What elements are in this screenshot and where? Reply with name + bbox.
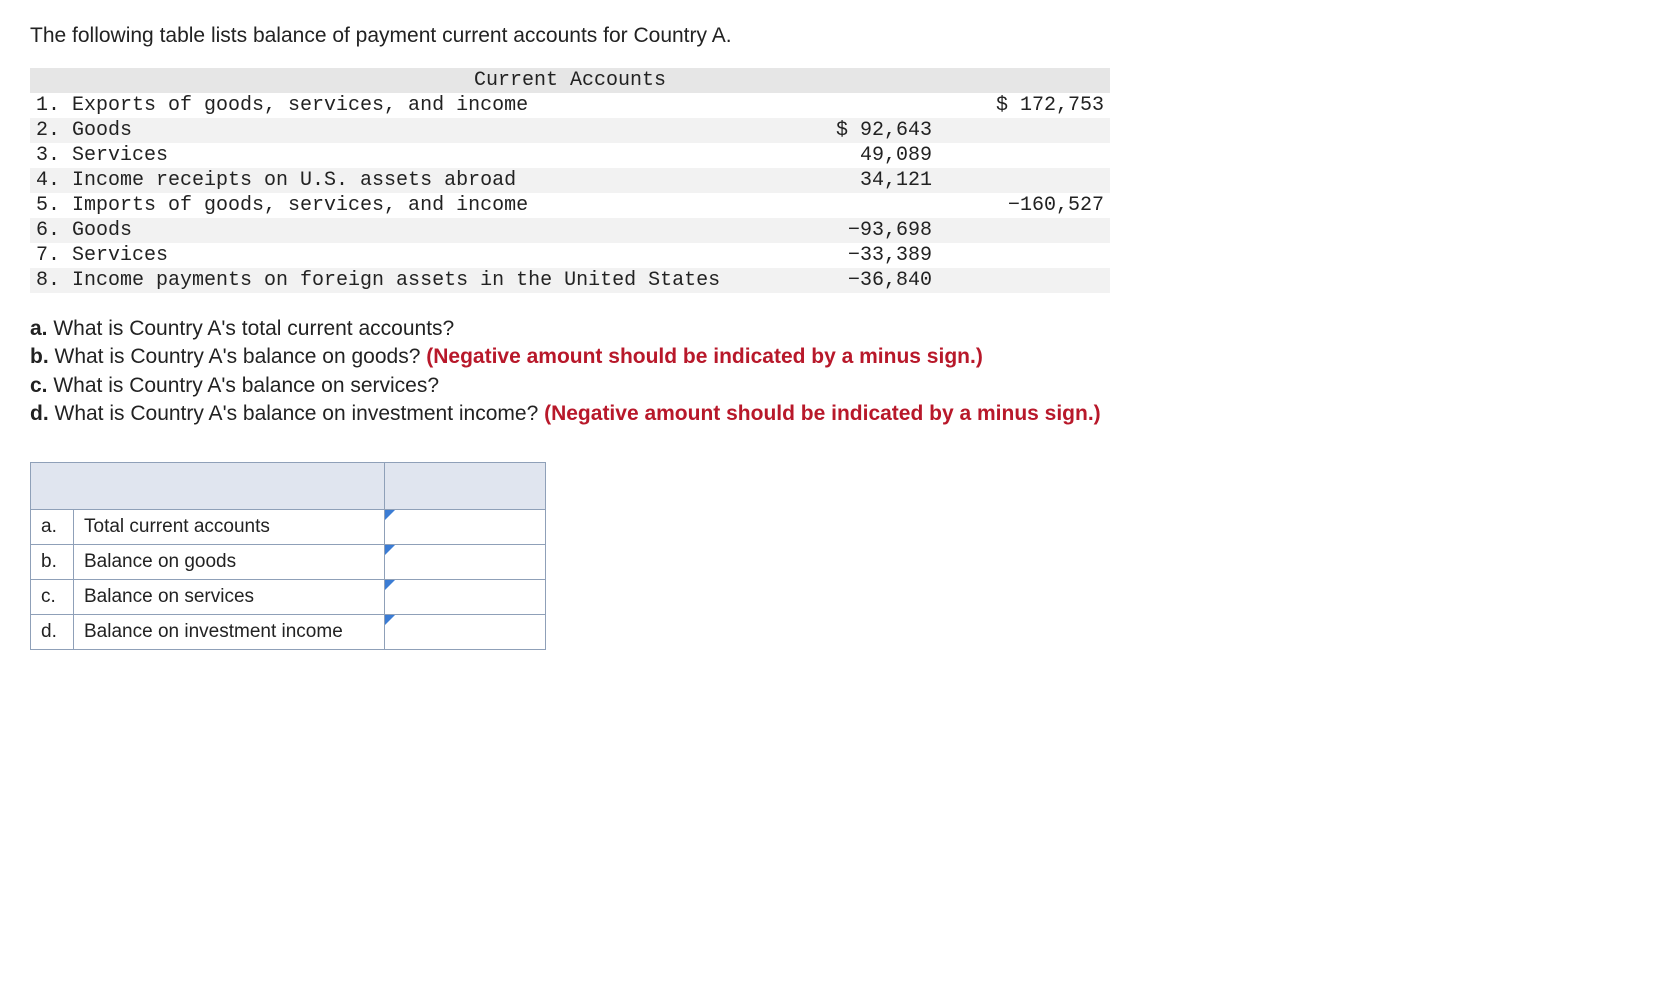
question-b-bold: b.: [30, 345, 49, 368]
input-marker-icon: [385, 545, 395, 555]
question-b-red: (Negative amount should be indicated by …: [426, 345, 983, 368]
row-total: [938, 268, 1110, 293]
answer-letter: a.: [31, 510, 74, 545]
question-b-text: What is Country A's balance on goods?: [49, 345, 427, 368]
row-label: 4. Income receipts on U.S. assets abroad: [30, 168, 786, 193]
answer-row: b.Balance on goods: [31, 545, 546, 580]
row-total: [938, 143, 1110, 168]
row-subvalue: 34,121: [786, 168, 938, 193]
answer-label: Balance on services: [74, 580, 385, 615]
intro-text: The following table lists balance of pay…: [30, 24, 1646, 48]
table-row: 8. Income payments on foreign assets in …: [30, 268, 1110, 293]
row-label: 8. Income payments on foreign assets in …: [30, 268, 786, 293]
table-row: 5. Imports of goods, services, and incom…: [30, 193, 1110, 218]
answer-input[interactable]: [385, 547, 545, 577]
row-label: 5. Imports of goods, services, and incom…: [30, 193, 786, 218]
table-title: Current Accounts: [30, 68, 1110, 93]
answer-row: a.Total current accounts: [31, 510, 546, 545]
current-accounts-table: Current Accounts 1. Exports of goods, se…: [30, 68, 1110, 293]
row-subvalue: −36,840: [786, 268, 938, 293]
answer-header-blank-right: [385, 463, 546, 510]
row-label: 1. Exports of goods, services, and incom…: [30, 93, 786, 118]
question-d-text: What is Country A's balance on investmen…: [49, 402, 544, 425]
row-subvalue: −93,698: [786, 218, 938, 243]
answer-letter: c.: [31, 580, 74, 615]
answer-letter: b.: [31, 545, 74, 580]
row-label: 6. Goods: [30, 218, 786, 243]
table-row: 4. Income receipts on U.S. assets abroad…: [30, 168, 1110, 193]
answer-input-cell[interactable]: [385, 615, 546, 650]
row-subvalue: −33,389: [786, 243, 938, 268]
question-a-bold: a.: [30, 317, 48, 340]
answer-input-cell[interactable]: [385, 510, 546, 545]
row-subvalue: [786, 93, 938, 118]
question-b: b. What is Country A's balance on goods?…: [30, 343, 1646, 371]
answer-input-cell[interactable]: [385, 580, 546, 615]
table-row: 3. Services49,089: [30, 143, 1110, 168]
row-total: [938, 168, 1110, 193]
question-a: a. What is Country A's total current acc…: [30, 315, 1646, 343]
table-row: 1. Exports of goods, services, and incom…: [30, 93, 1110, 118]
question-d: d. What is Country A's balance on invest…: [30, 400, 1646, 428]
row-total: $ 172,753: [938, 93, 1110, 118]
row-total: −160,527: [938, 193, 1110, 218]
answer-input-cell[interactable]: [385, 545, 546, 580]
row-label: 7. Services: [30, 243, 786, 268]
answer-label: Balance on goods: [74, 545, 385, 580]
question-d-red: (Negative amount should be indicated by …: [544, 402, 1101, 425]
answer-label: Total current accounts: [74, 510, 385, 545]
input-marker-icon: [385, 615, 395, 625]
question-c-text: What is Country A's balance on services?: [48, 374, 440, 397]
answer-table: a.Total current accountsb.Balance on goo…: [30, 462, 546, 650]
question-a-text: What is Country A's total current accoun…: [48, 317, 455, 340]
answer-header-blank-left: [31, 463, 385, 510]
answer-row: c.Balance on services: [31, 580, 546, 615]
answer-input[interactable]: [385, 512, 545, 542]
row-total: [938, 218, 1110, 243]
row-subvalue: 49,089: [786, 143, 938, 168]
question-d-bold: d.: [30, 402, 49, 425]
answer-input[interactable]: [385, 617, 545, 647]
row-subvalue: $ 92,643: [786, 118, 938, 143]
row-total: [938, 243, 1110, 268]
answer-input[interactable]: [385, 582, 545, 612]
question-c: c. What is Country A's balance on servic…: [30, 372, 1646, 400]
answer-letter: d.: [31, 615, 74, 650]
question-c-bold: c.: [30, 374, 48, 397]
row-label: 2. Goods: [30, 118, 786, 143]
table-row: 2. Goods$ 92,643: [30, 118, 1110, 143]
questions-block: a. What is Country A's total current acc…: [30, 315, 1646, 428]
input-marker-icon: [385, 510, 395, 520]
input-marker-icon: [385, 580, 395, 590]
row-label: 3. Services: [30, 143, 786, 168]
row-subvalue: [786, 193, 938, 218]
row-total: [938, 118, 1110, 143]
answer-row: d.Balance on investment income: [31, 615, 546, 650]
answer-label: Balance on investment income: [74, 615, 385, 650]
table-row: 6. Goods−93,698: [30, 218, 1110, 243]
table-row: 7. Services−33,389: [30, 243, 1110, 268]
